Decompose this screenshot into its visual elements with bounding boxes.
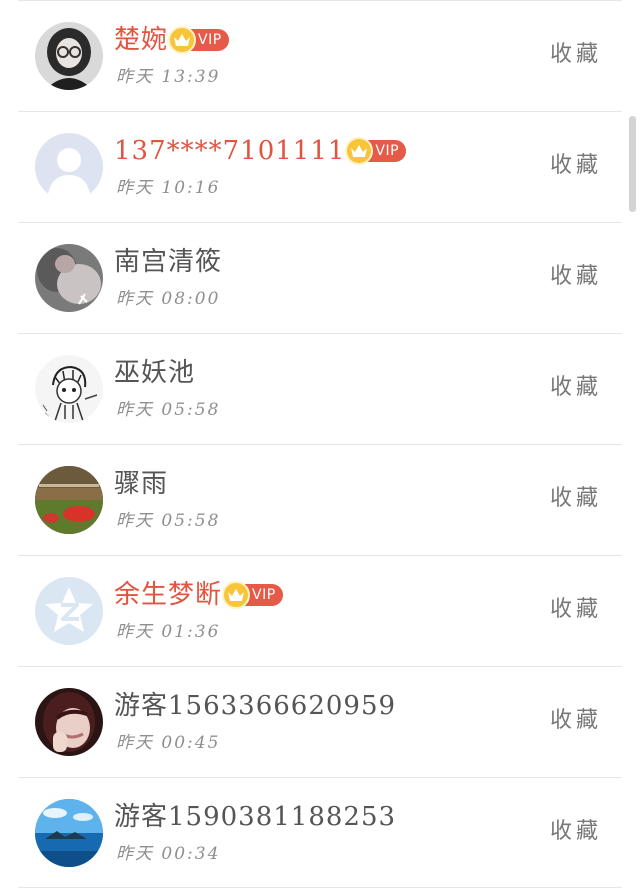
z-logo-avatar-icon <box>35 577 103 645</box>
avatar[interactable] <box>35 688 103 756</box>
vip-label: VIP <box>375 143 400 159</box>
list-item[interactable]: 游客1563366620959 昨天 00:45 收藏 <box>0 666 640 777</box>
favorite-time: 昨天 13:39 <box>116 67 221 87</box>
divider <box>18 666 622 667</box>
list-item[interactable]: 余生梦断 VIP 昨天 01:36 收藏 <box>0 555 640 666</box>
favorite-action: 收藏 <box>549 153 602 178</box>
face-photo-avatar-icon <box>35 688 103 756</box>
vip-label: VIP <box>198 32 222 48</box>
divider <box>18 222 622 223</box>
avatar[interactable] <box>35 799 103 867</box>
favorite-action: 收藏 <box>549 708 602 733</box>
user-name: 137****7101111 <box>114 136 346 166</box>
list-item[interactable]: 南宫清筱 昨天 08:00 收藏 <box>0 222 640 333</box>
divider <box>18 0 622 1</box>
name-line: 巫妖池 <box>114 355 195 391</box>
list-item[interactable]: 巫妖池 昨天 05:58 收藏 <box>0 333 640 444</box>
favorite-time: 昨天 10:16 <box>116 178 221 198</box>
user-name: 巫妖池 <box>114 358 196 388</box>
name-line: 骤雨 <box>114 466 168 502</box>
favorite-time: 昨天 00:34 <box>116 844 221 864</box>
user-name: 楚婉 <box>114 25 169 55</box>
favorite-action: 收藏 <box>549 264 602 289</box>
favorite-action: 收藏 <box>549 597 602 622</box>
crown-icon <box>345 137 374 165</box>
vip-badge: VIP <box>168 26 229 54</box>
divider <box>18 333 622 334</box>
favorite-action: 收藏 <box>549 819 602 844</box>
woman-glasses-avatar-icon <box>35 22 103 90</box>
list-item[interactable]: 楚婉 VIP 昨天 13:39 收藏 <box>0 0 640 111</box>
avatar[interactable] <box>35 577 103 645</box>
divider <box>18 777 622 778</box>
avatar[interactable] <box>35 355 103 423</box>
vip-badge: VIP <box>345 137 407 165</box>
divider <box>18 555 622 556</box>
avatar[interactable] <box>35 244 103 312</box>
list-item[interactable]: 骤雨 昨天 05:58 收藏 <box>0 444 640 555</box>
avatar[interactable] <box>35 133 103 201</box>
user-name: 骤雨 <box>114 469 169 499</box>
seascape-avatar-icon <box>35 799 103 867</box>
crown-icon <box>222 581 251 609</box>
user-name: 南宫清筱 <box>114 247 223 277</box>
user-name: 游客1590381188253 <box>114 802 397 832</box>
divider <box>18 444 622 445</box>
vip-label: VIP <box>252 587 276 603</box>
divider <box>18 111 622 112</box>
user-name: 游客1563366620959 <box>114 691 397 721</box>
divider <box>18 887 622 888</box>
favorite-action: 收藏 <box>549 42 602 67</box>
name-line: 余生梦断 VIP <box>114 577 283 613</box>
name-line: 137****7101111 VIP <box>114 133 407 169</box>
scrollbar[interactable] <box>629 116 636 212</box>
avatar[interactable] <box>35 466 103 534</box>
favorite-time: 昨天 08:00 <box>116 289 221 309</box>
default-person-avatar-icon <box>35 133 103 201</box>
favorites-list: 楚婉 VIP 昨天 13:39 收藏 137****7101111 VIP 昨天… <box>0 0 640 890</box>
field-photo-avatar-icon <box>35 466 103 534</box>
photo-avatar-icon <box>35 244 103 312</box>
favorite-time: 昨天 05:58 <box>116 400 221 420</box>
anime-sketch-avatar-icon <box>35 355 103 423</box>
favorite-time: 昨天 00:45 <box>116 733 221 753</box>
crown-icon <box>168 26 197 54</box>
favorite-action: 收藏 <box>549 486 602 511</box>
name-line: 楚婉 VIP <box>114 22 229 58</box>
name-line: 游客1590381188253 <box>114 799 396 835</box>
user-name: 余生梦断 <box>114 580 223 610</box>
name-line: 南宫清筱 <box>114 244 222 280</box>
favorite-time: 昨天 05:58 <box>116 511 221 531</box>
favorite-action: 收藏 <box>549 375 602 400</box>
name-line: 游客1563366620959 <box>114 688 396 724</box>
list-item[interactable]: 游客1590381188253 昨天 00:34 收藏 <box>0 777 640 888</box>
vip-badge: VIP <box>222 581 283 609</box>
list-item[interactable]: 137****7101111 VIP 昨天 10:16 收藏 <box>0 111 640 222</box>
favorite-time: 昨天 01:36 <box>116 622 221 642</box>
avatar[interactable] <box>35 22 103 90</box>
